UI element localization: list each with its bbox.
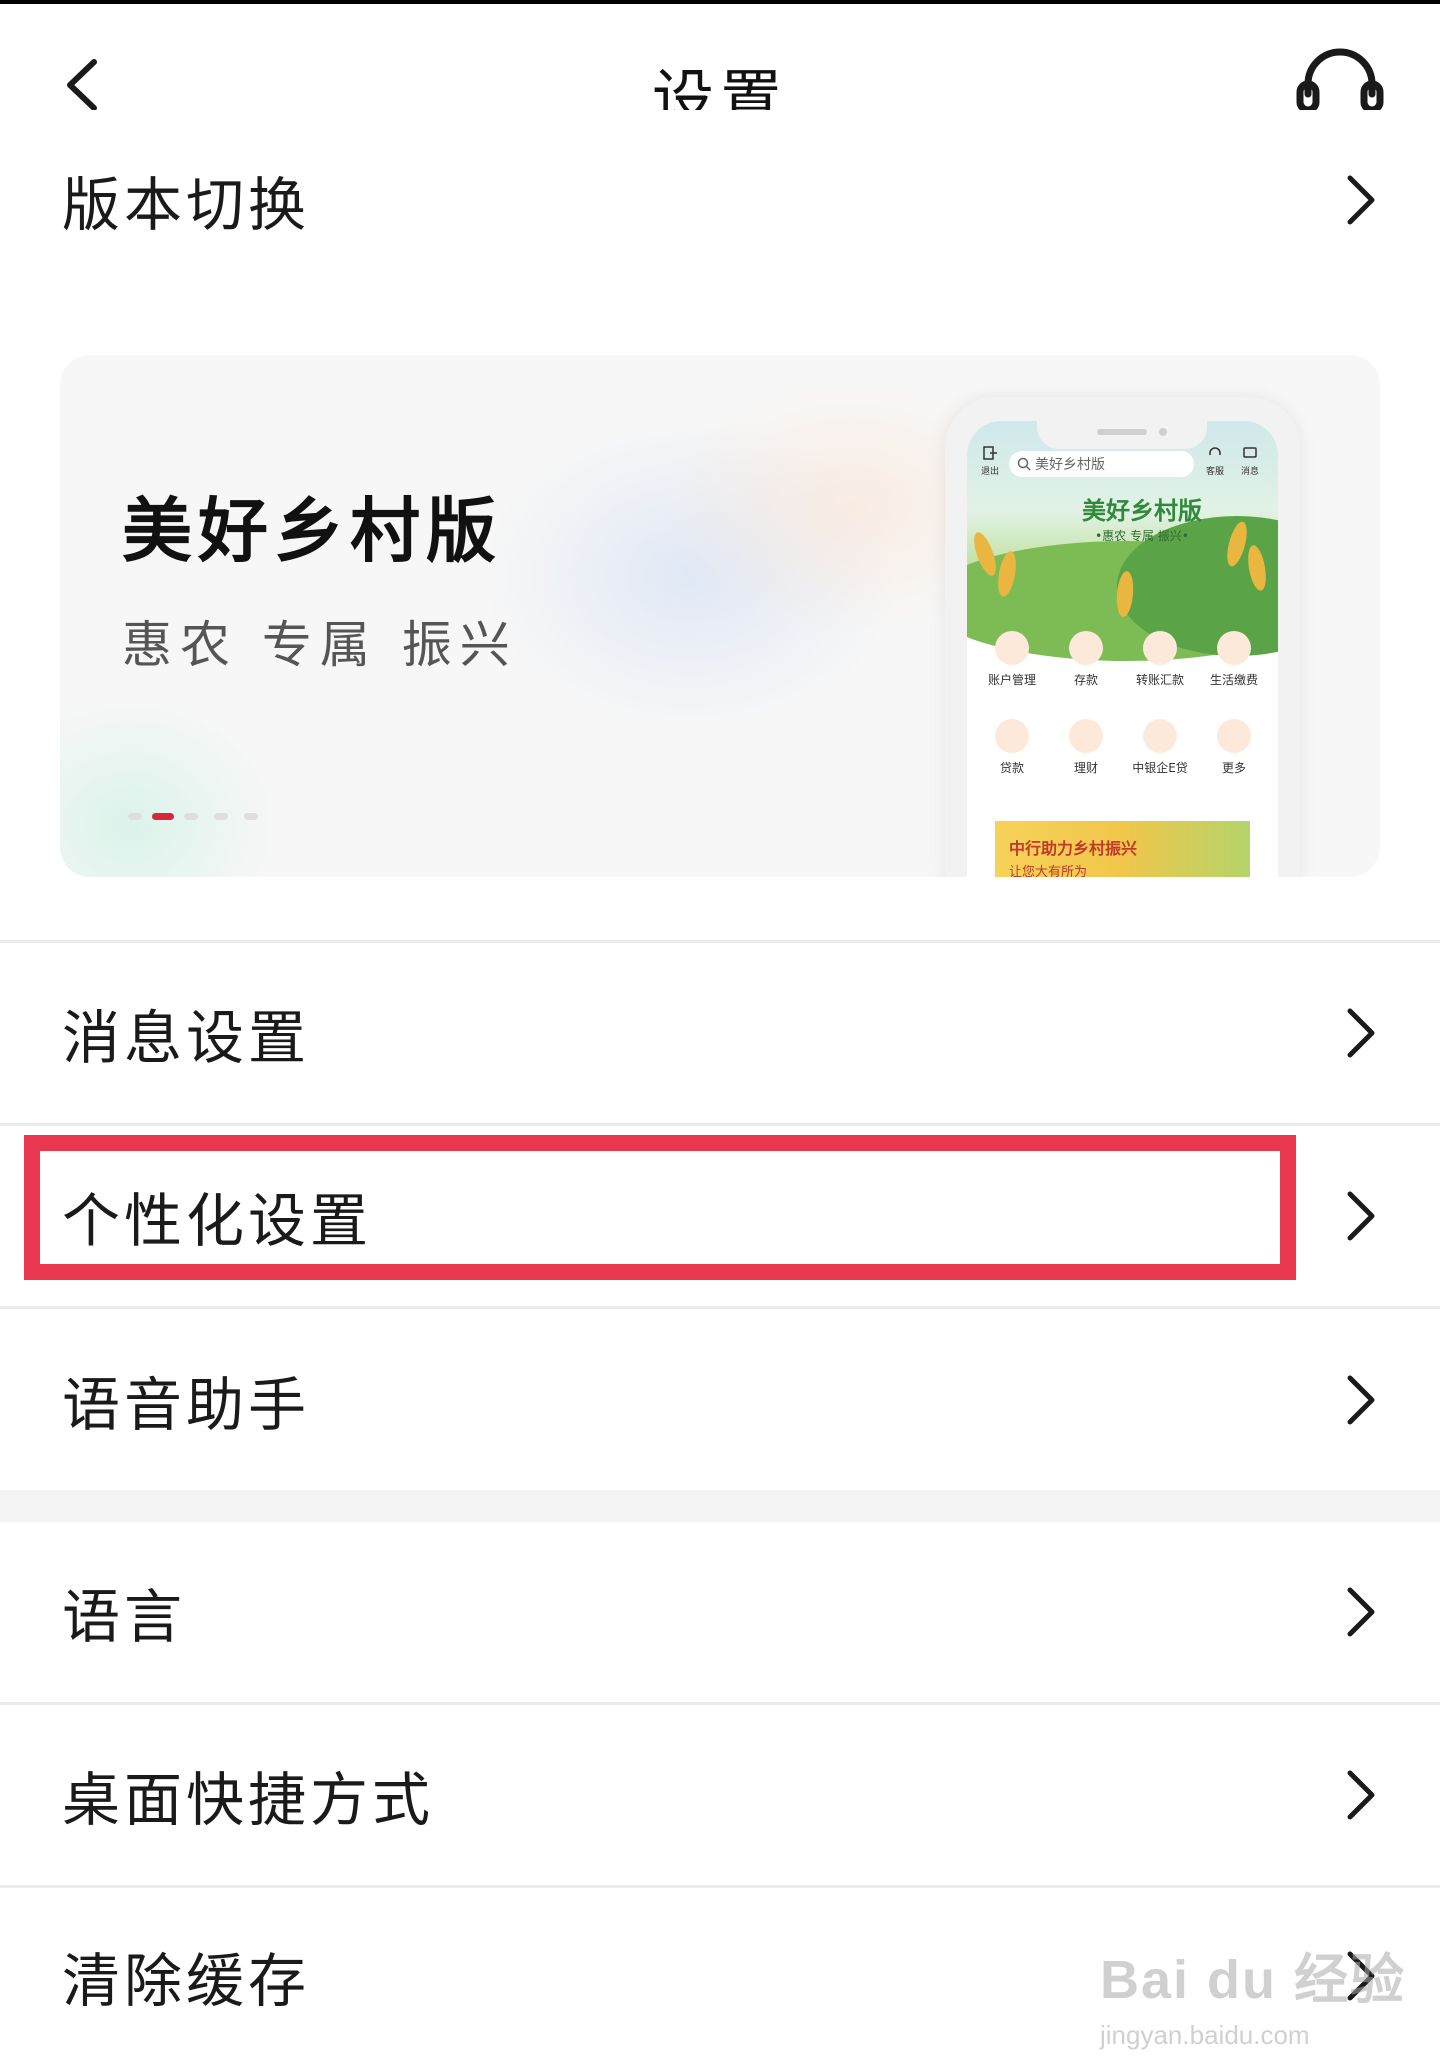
phone-promo-banner: 中行助力乡村振兴 让您大有所为 [995, 821, 1250, 877]
row-desktop-shortcut[interactable]: 桌面快捷方式 [0, 1705, 1440, 1885]
grid-item: 中银企E贷 [1123, 719, 1197, 776]
row-voice-assistant[interactable]: 语音助手 [0, 1309, 1440, 1490]
loan-icon [995, 719, 1029, 753]
row-label: 清除缓存 [62, 1946, 311, 2015]
grid-icon [1217, 719, 1251, 753]
row-message-settings[interactable]: 消息设置 [0, 943, 1440, 1123]
banner-title: 美好乡村版 [122, 490, 502, 572]
grid-item: 账户管理 [975, 631, 1049, 688]
exit-icon [983, 446, 997, 460]
exit-icon: 退出 [975, 445, 1005, 477]
banner-subtitle: 惠农 专属 振兴 [122, 616, 518, 674]
grid-item: 生活缴费 [1197, 631, 1271, 688]
carousel-dot [128, 813, 142, 820]
grid-label: 理财 [1073, 761, 1098, 775]
piggy-icon [1069, 631, 1103, 665]
grid-label: 存款 [1073, 673, 1098, 687]
phone-screen: 退出 美好乡村版 客服 消息 美好乡村版 •惠农 专属 振兴• 账户管理 存款 … [967, 421, 1278, 877]
chevron-right-icon [1347, 1375, 1375, 1424]
grid-item: 贷款 [975, 719, 1049, 776]
grid-label: 贷款 [999, 761, 1024, 775]
row-language[interactable]: 语言 [0, 1522, 1440, 1702]
grid-item: 更多 [1197, 719, 1271, 776]
row-clear-cache[interactable]: 清除缓存 [0, 1888, 1440, 2063]
chevron-right-icon [1347, 1008, 1375, 1058]
grid-label: 转账汇款 [1135, 673, 1184, 687]
exit-label: 退出 [980, 467, 999, 477]
phone-search-bar: 美好乡村版 [1009, 451, 1194, 477]
hand-icon [1143, 719, 1177, 753]
service-label: 客服 [1205, 467, 1224, 477]
phone-brand: 美好乡村版 [1082, 497, 1202, 525]
row-label: 桌面快捷方式 [62, 1766, 435, 1834]
search-icon [1017, 457, 1031, 471]
grid-label: 账户管理 [987, 673, 1036, 687]
grid-label: 生活缴费 [1209, 673, 1258, 687]
row-label: 个性化设置 [62, 1187, 373, 1255]
row-label: 消息设置 [62, 1004, 311, 1072]
phone-notch [1037, 421, 1207, 449]
promo-title: 中行助力乡村振兴 [1009, 839, 1138, 858]
chevron-right-icon [1347, 1951, 1375, 2000]
transfer-icon [1143, 631, 1177, 665]
grid-item: 存款 [1049, 631, 1123, 688]
chevron-right-icon [1347, 1770, 1375, 1820]
banner-glow [60, 695, 280, 877]
chevron-right-icon [1347, 175, 1375, 225]
row-label: 版本切换 [62, 171, 311, 239]
coin-icon [1069, 719, 1103, 753]
row-label: 语言 [62, 1583, 187, 1651]
phone-preview: 退出 美好乡村版 客服 消息 美好乡村版 •惠农 专属 振兴• 账户管理 存款 … [945, 397, 1300, 877]
headset-icon [1209, 447, 1221, 455]
carousel-dot [214, 813, 228, 820]
row-label: 语音助手 [62, 1370, 311, 1439]
card-icon [995, 631, 1029, 665]
bolt-icon [1217, 631, 1251, 665]
message-icon [1243, 447, 1257, 458]
phone-slogan: •惠农 专属 振兴• [1095, 529, 1189, 543]
promo-subtitle: 让您大有所为 [1009, 865, 1088, 877]
grid-item: 理财 [1049, 719, 1123, 776]
camera-dot [1159, 428, 1167, 436]
version-banner[interactable]: 美好乡村版 惠农 专属 振兴 退出 美好乡村版 客服 消息 美好乡村版 •惠农 … [60, 355, 1380, 877]
phone-message: 消息 [1235, 445, 1265, 477]
row-personalization[interactable]: 个性化设置 [0, 1126, 1440, 1306]
phone-search-placeholder: 美好乡村版 [1035, 457, 1105, 473]
chevron-right-icon [1347, 1191, 1375, 1241]
carousel-dot-active [152, 813, 174, 820]
row-version-switch[interactable]: 版本切换 [0, 110, 1440, 290]
section-gap [0, 1490, 1440, 1522]
settings-page: 设置 版本切换 美好乡村版 惠农 专属 振兴 退出 美好乡村版 客服 消息 美好… [0, 0, 1440, 2063]
carousel-dot [184, 813, 198, 820]
chevron-right-icon [1347, 1587, 1375, 1637]
grid-label: 中银企E贷 [1132, 761, 1188, 775]
phone-service: 客服 [1200, 445, 1230, 477]
message-label: 消息 [1240, 467, 1259, 477]
grid-label: 更多 [1221, 761, 1246, 775]
speaker-bar [1097, 429, 1147, 435]
status-edge [0, 0, 1440, 4]
grid-item: 转账汇款 [1123, 631, 1197, 688]
carousel-dot [244, 813, 258, 820]
